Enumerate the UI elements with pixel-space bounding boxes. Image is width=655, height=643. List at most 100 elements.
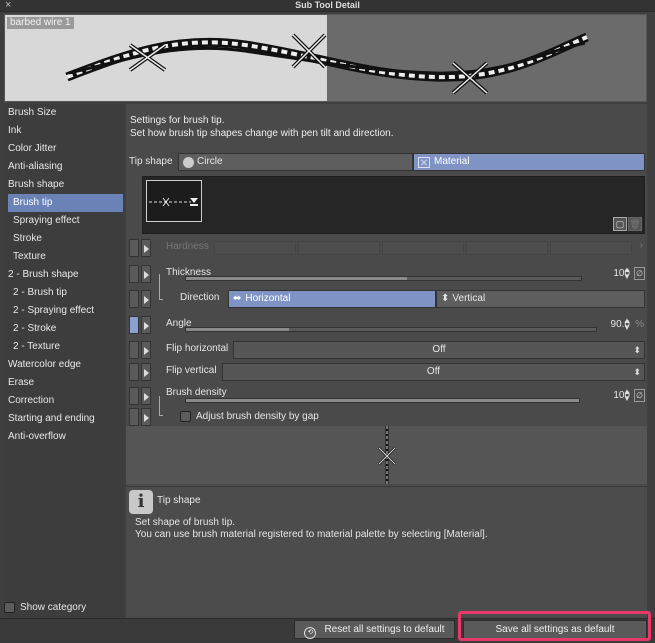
sidebar-item-anti-overflow[interactable]: Anti-overflow xyxy=(4,428,124,446)
reset-settings-button[interactable]: ⟲ Reset all settings to default xyxy=(294,620,455,639)
save-button-highlight xyxy=(458,611,651,641)
barbed-wire-preview-icon xyxy=(65,32,589,95)
tip-shape-material-option[interactable]: Material xyxy=(413,153,645,171)
flip-vertical-select[interactable]: Off ⬍ xyxy=(222,363,645,381)
adjust-density-pressure-toggle[interactable] xyxy=(129,408,139,426)
help-line-1: Set shape of brush tip. xyxy=(135,517,236,528)
adjust-density-expand-button[interactable] xyxy=(141,408,151,426)
angle-row: Angle 90.0 ▲ ▼ % xyxy=(126,315,647,335)
material-thumbnail[interactable] xyxy=(146,180,202,222)
tip-shape-circle-option[interactable]: Circle xyxy=(178,153,413,171)
flip-vertical-label: Flip vertical xyxy=(166,365,217,376)
vertical-icon: ⬍ xyxy=(441,293,450,304)
hardness-pressure-toggle[interactable] xyxy=(129,239,139,257)
tip-shape-label: Tip shape xyxy=(129,156,173,167)
chevron-updown-icon: ⬍ xyxy=(633,367,641,377)
help-title: Tip shape xyxy=(157,495,201,506)
flip-horizontal-label: Flip horizontal xyxy=(166,343,229,354)
flip-horizontal-pressure-toggle[interactable] xyxy=(129,341,139,359)
brush-density-expand-button[interactable] xyxy=(141,387,151,405)
thickness-pressure-icon[interactable]: ∅ xyxy=(634,267,645,280)
add-material-icon[interactable]: ▢ xyxy=(613,217,627,231)
direction-row: Direction ⬌ Horizontal ⬍ Vertical xyxy=(126,289,647,309)
thickness-expand-button[interactable] xyxy=(141,265,151,283)
thickness-spinner-icon[interactable]: ▲ ▼ xyxy=(623,266,631,281)
sidebar-item-erase[interactable]: Erase xyxy=(4,374,124,392)
sidebar-item-brush-shape[interactable]: Brush shape xyxy=(4,176,124,194)
sidebar-item-starting-and-ending[interactable]: Starting and ending xyxy=(4,410,124,428)
direction-expand-button[interactable] xyxy=(141,290,151,308)
thickness-slider-fill xyxy=(186,277,408,280)
show-category-checkbox[interactable] xyxy=(4,602,15,613)
brush-density-row: Brush density 100 ▲ ▼ ∅ xyxy=(126,386,647,406)
sidebar-item-2-brush-shape[interactable]: 2 - Brush shape xyxy=(4,266,124,284)
chevron-right-icon: › xyxy=(639,240,643,251)
sidebar-item-2-texture[interactable]: 2 - Texture xyxy=(4,338,124,356)
settings-panel: Settings for brush tip. Set how brush ti… xyxy=(126,104,647,618)
flip-vertical-row: Flip vertical Off ⬍ xyxy=(126,362,647,382)
flip-horizontal-row: Flip horizontal Off ⬍ xyxy=(126,340,647,360)
flip-vertical-expand-button[interactable] xyxy=(141,363,151,381)
category-sidebar: Brush Size Ink Color Jitter Anti-aliasing Br… xyxy=(4,104,124,618)
chevron-updown-icon: ⬍ xyxy=(633,345,641,355)
thickness-slider[interactable] xyxy=(185,276,582,281)
title-bar: × Sub Tool Detail xyxy=(0,0,655,12)
thumbnail-dropdown-icon xyxy=(190,198,198,203)
sidebar-item-stroke[interactable]: Stroke xyxy=(4,230,124,248)
show-category-label: Show category xyxy=(20,602,87,613)
angle-slider[interactable] xyxy=(185,327,597,332)
direction-pressure-toggle[interactable] xyxy=(129,290,139,308)
hardness-row: Hardness › xyxy=(126,238,647,258)
help-text: Set shape of brush tip. You can use brus… xyxy=(135,517,488,541)
adjust-density-checkbox[interactable] xyxy=(180,411,191,422)
hardness-preset-3 xyxy=(382,241,464,255)
sidebar-item-texture[interactable]: Texture xyxy=(4,248,124,266)
reset-settings-label: Reset all settings to default xyxy=(324,624,445,635)
hardness-preset-1 xyxy=(214,241,296,255)
flip-horizontal-expand-button[interactable] xyxy=(141,341,151,359)
sidebar-item-2-brush-tip[interactable]: 2 - Brush tip xyxy=(4,284,124,302)
angle-spinner-icon[interactable]: ▲ ▼ xyxy=(623,317,631,332)
trash-icon[interactable]: 🗑 xyxy=(628,217,642,231)
sidebar-item-spraying-effect[interactable]: Spraying effect xyxy=(4,212,124,230)
panel-description: Settings for brush tip. Set how brush ti… xyxy=(130,114,394,140)
brush-density-slider-fill xyxy=(186,399,579,402)
flip-vertical-value: Off xyxy=(426,366,441,377)
hardness-label: Hardness xyxy=(166,241,209,252)
category-list: Brush Size Ink Color Jitter Anti-aliasing Br… xyxy=(4,104,124,446)
brush-density-slider[interactable] xyxy=(185,398,580,403)
direction-label: Direction xyxy=(180,292,220,303)
sidebar-item-brush-tip[interactable]: Brush tip xyxy=(8,194,123,212)
flip-horizontal-select[interactable]: Off ⬍ xyxy=(233,341,645,359)
description-line-2: Set how brush tip shapes change with pen… xyxy=(130,128,394,139)
thickness-pressure-toggle[interactable] xyxy=(129,265,139,283)
hardness-expand-button[interactable] xyxy=(141,239,151,257)
info-icon: i xyxy=(129,490,153,514)
show-category-toggle[interactable]: Show category xyxy=(4,602,86,613)
stroke-preview: barbed wire 1 xyxy=(4,14,647,102)
thickness-row: Thickness 100 ▲ ▼ ∅ xyxy=(126,264,647,284)
sidebar-item-correction[interactable]: Correction xyxy=(4,392,124,410)
angle-expand-button[interactable] xyxy=(141,316,151,334)
brush-density-spinner-icon[interactable]: ▲ ▼ xyxy=(623,388,631,403)
sidebar-item-2-spraying-effect[interactable]: 2 - Spraying effect xyxy=(4,302,124,320)
preview-name-label: barbed wire 1 xyxy=(7,17,74,29)
sidebar-item-brush-size[interactable]: Brush Size xyxy=(4,104,124,122)
brush-tip-material-list[interactable]: ▢ 🗑 xyxy=(142,176,645,234)
sidebar-item-anti-aliasing[interactable]: Anti-aliasing xyxy=(4,158,124,176)
adjust-density-row: Adjust brush density by gap xyxy=(126,407,647,427)
angle-pressure-toggle[interactable] xyxy=(129,316,139,334)
sidebar-item-2-stroke[interactable]: 2 - Stroke xyxy=(4,320,124,338)
direction-vertical-option[interactable]: ⬍ Vertical xyxy=(436,290,645,308)
flip-horizontal-value: Off xyxy=(432,344,446,355)
hardness-preset-2 xyxy=(298,241,380,255)
brush-density-pressure-toggle[interactable] xyxy=(129,387,139,405)
sidebar-item-ink[interactable]: Ink xyxy=(4,122,124,140)
sidebar-item-watercolor-edge[interactable]: Watercolor edge xyxy=(4,356,124,374)
direction-horizontal-option[interactable]: ⬌ Horizontal xyxy=(228,290,436,308)
flip-vertical-pressure-toggle[interactable] xyxy=(129,363,139,381)
sidebar-item-color-jitter[interactable]: Color Jitter xyxy=(4,140,124,158)
barbed-wire-vertical-icon xyxy=(378,426,396,484)
help-line-2: You can use brush material registered to… xyxy=(135,529,488,540)
brush-density-pressure-icon[interactable]: ∅ xyxy=(634,389,645,402)
